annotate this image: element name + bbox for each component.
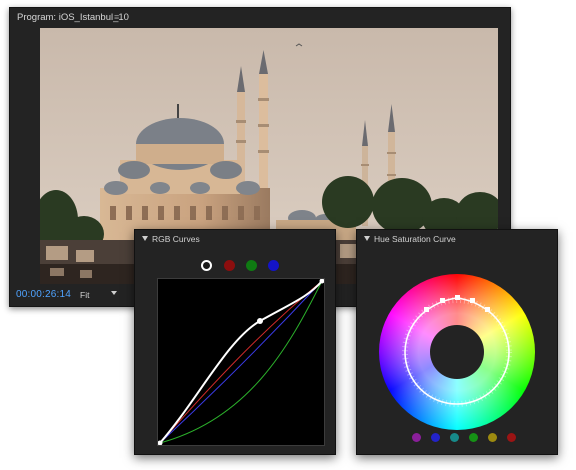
program-monitor-title[interactable]: Program: iOS_Istanbul_10	[17, 12, 129, 23]
disclosure-triangle-icon[interactable]	[142, 236, 148, 241]
curve-control-point	[257, 318, 263, 324]
hue-saturation-wheel[interactable]	[379, 274, 535, 430]
curve-control-point	[440, 298, 445, 303]
red-curve	[159, 280, 323, 444]
program-monitor-header: Program: iOS_Istanbul_10 ≡	[10, 8, 510, 28]
hue-saturation-header[interactable]: Hue Saturation Curve	[357, 230, 557, 248]
chevron-down-icon[interactable]	[111, 291, 117, 295]
hue-swatch-green[interactable]	[469, 433, 478, 442]
hue-swatch-purple[interactable]	[412, 433, 421, 442]
rgb-curve-graph[interactable]	[157, 278, 325, 446]
playhead-timecode[interactable]: 00:00:26:14	[16, 289, 71, 300]
curve-control-point	[485, 307, 490, 312]
hue-swatch-blue[interactable]	[431, 433, 440, 442]
zoom-level-select[interactable]: Fit	[80, 290, 89, 300]
curve-control-point	[424, 307, 429, 312]
blue-curve	[159, 280, 323, 444]
hue-saturation-title: Hue Saturation Curve	[374, 234, 456, 244]
green-curve	[159, 280, 323, 444]
rgb-curves-header[interactable]: RGB Curves	[135, 230, 335, 248]
disclosure-triangle-icon[interactable]	[364, 236, 370, 241]
rgb-curves-title: RGB Curves	[152, 234, 200, 244]
channel-master-button[interactable]	[201, 260, 212, 271]
channel-blue-button[interactable]	[268, 260, 279, 271]
hue-swatch-cyan[interactable]	[450, 433, 459, 442]
channel-green-button[interactable]	[246, 260, 257, 271]
curve-control-point	[470, 298, 475, 303]
saturation-curve-overlay[interactable]	[379, 274, 535, 430]
panel-menu-icon[interactable]: ≡	[114, 12, 119, 22]
channel-red-button[interactable]	[224, 260, 235, 271]
hue-saturation-panel: Hue Saturation Curve	[356, 229, 558, 455]
hue-swatch-red[interactable]	[507, 433, 516, 442]
rgb-curves-panel: RGB Curves	[134, 229, 336, 455]
hue-swatch-yellow[interactable]	[488, 433, 497, 442]
curve-control-point	[455, 295, 460, 300]
master-curve	[159, 280, 323, 444]
